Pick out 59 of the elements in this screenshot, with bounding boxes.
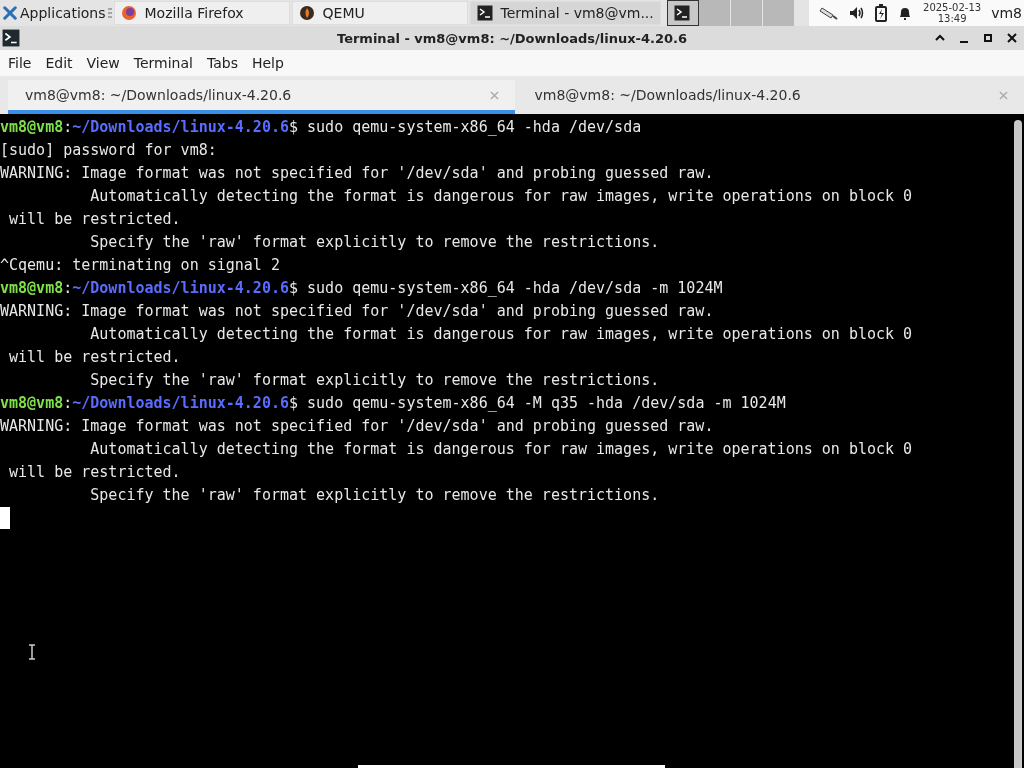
output-line: will be restricted. <box>8 463 181 481</box>
tab-label[interactable]: vm8@vm8: ~/Downloads/linux-4.20.6 <box>534 87 801 103</box>
close-icon[interactable] <box>1006 32 1018 44</box>
tab-label[interactable]: vm8@vm8: ~/Downloads/linux-4.20.6 <box>25 87 292 103</box>
output-line: WARNING: Image format was not specified for '/dev/sda' and probing guessed raw. <box>0 164 714 182</box>
output-line: will be restricted. <box>8 348 181 366</box>
menu-item[interactable]: Terminal <box>127 55 201 71</box>
prompt-colon: : <box>63 118 73 136</box>
mouse-pointer-icon <box>28 644 36 660</box>
prompt-path: ~/Downloads/linux-4.20.6 <box>72 394 289 412</box>
output-line: WARNING: Image format was not specified for '/dev/sda' and probing guessed raw. <box>0 417 714 435</box>
output-line: ^Cqemu: terminating on signal 2 <box>0 256 280 274</box>
terminal-icon <box>674 5 691 21</box>
prompt-user: vm8@vm8 <box>0 394 64 412</box>
text-cursor <box>0 507 10 529</box>
output-line: Automatically detecting the format is dangerous for raw images, write operations on block 0 <box>89 187 913 205</box>
menu-item[interactable]: View <box>80 55 128 71</box>
output-line: Specify the 'raw' format explicitly to remove the restrictions. <box>89 371 660 389</box>
prompt-path: ~/Downloads/linux-4.20.6 <box>72 118 289 136</box>
prompt-path: ~/Downloads/linux-4.20.6 <box>72 279 289 297</box>
output-line: [sudo] password for vm8: <box>0 141 217 159</box>
prompt-colon: : <box>63 394 73 412</box>
menu-item[interactable]: File <box>2 55 40 71</box>
maximize-icon[interactable] <box>982 32 994 44</box>
workspace-button[interactable] <box>666 0 699 26</box>
output-line: Automatically detecting the format is dangerous for raw images, write operations on block 0 <box>89 325 913 343</box>
window-title: Terminal - vm8@vm8: ~/Downloads/linux-4.20.6 <box>337 30 687 46</box>
output-line: Automatically detecting the format is dangerous for raw images, write operations on block 0 <box>89 440 913 458</box>
network-icon[interactable] <box>819 5 840 21</box>
handle-icon <box>107 7 112 19</box>
clock[interactable]: 2025-02-13 13:49 <box>923 2 982 24</box>
browser-icon <box>120 5 137 21</box>
task-button[interactable]: Mozilla Firefox <box>113 1 290 25</box>
task-button[interactable]: QEMU <box>291 1 468 25</box>
prompt-colon: : <box>63 279 73 297</box>
applications-menu[interactable]: Applications <box>0 5 108 21</box>
tab[interactable]: vm8@vm8: ~/Downloads/linux-4.20.6 <box>8 80 515 114</box>
prompt-user: vm8@vm8 <box>0 279 64 297</box>
terminal-icon <box>476 5 493 21</box>
output-line: Specify the 'raw' format explicitly to remove the restrictions. <box>89 486 660 504</box>
x-logo-icon <box>3 6 17 20</box>
menu-item[interactable]: Edit <box>39 55 81 71</box>
output-line: will be restricted. <box>8 210 181 228</box>
battery-icon[interactable] <box>875 4 888 22</box>
prompt-user: vm8@vm8 <box>0 118 64 136</box>
scrollbar[interactable] <box>1014 120 1022 768</box>
terminal-icon <box>2 29 20 47</box>
user-name[interactable]: vm8 <box>991 5 1024 21</box>
command-text: $ sudo qemu-system-x86_64 -hda /dev/sda <box>289 118 642 136</box>
task-button[interactable]: Terminal - vm8@vm... <box>469 1 661 25</box>
emulator-icon <box>298 5 315 21</box>
volume-icon[interactable] <box>849 5 866 21</box>
menu-item[interactable]: Help <box>245 55 292 71</box>
command-text: $ sudo qemu-system-x86_64 -M q35 -hda /dev/sda -m 1024M <box>289 394 786 412</box>
menu-item[interactable]: Tabs <box>200 55 246 71</box>
output-line: WARNING: Image format was not specified for '/dev/sda' and probing guessed raw. <box>0 302 714 320</box>
command-text: $ sudo qemu-system-x86_64 -hda /dev/sda -m 1024M <box>289 279 723 297</box>
workspace-button[interactable] <box>698 0 731 26</box>
output-line: Specify the 'raw' format explicitly to remove the restrictions. <box>89 233 660 251</box>
